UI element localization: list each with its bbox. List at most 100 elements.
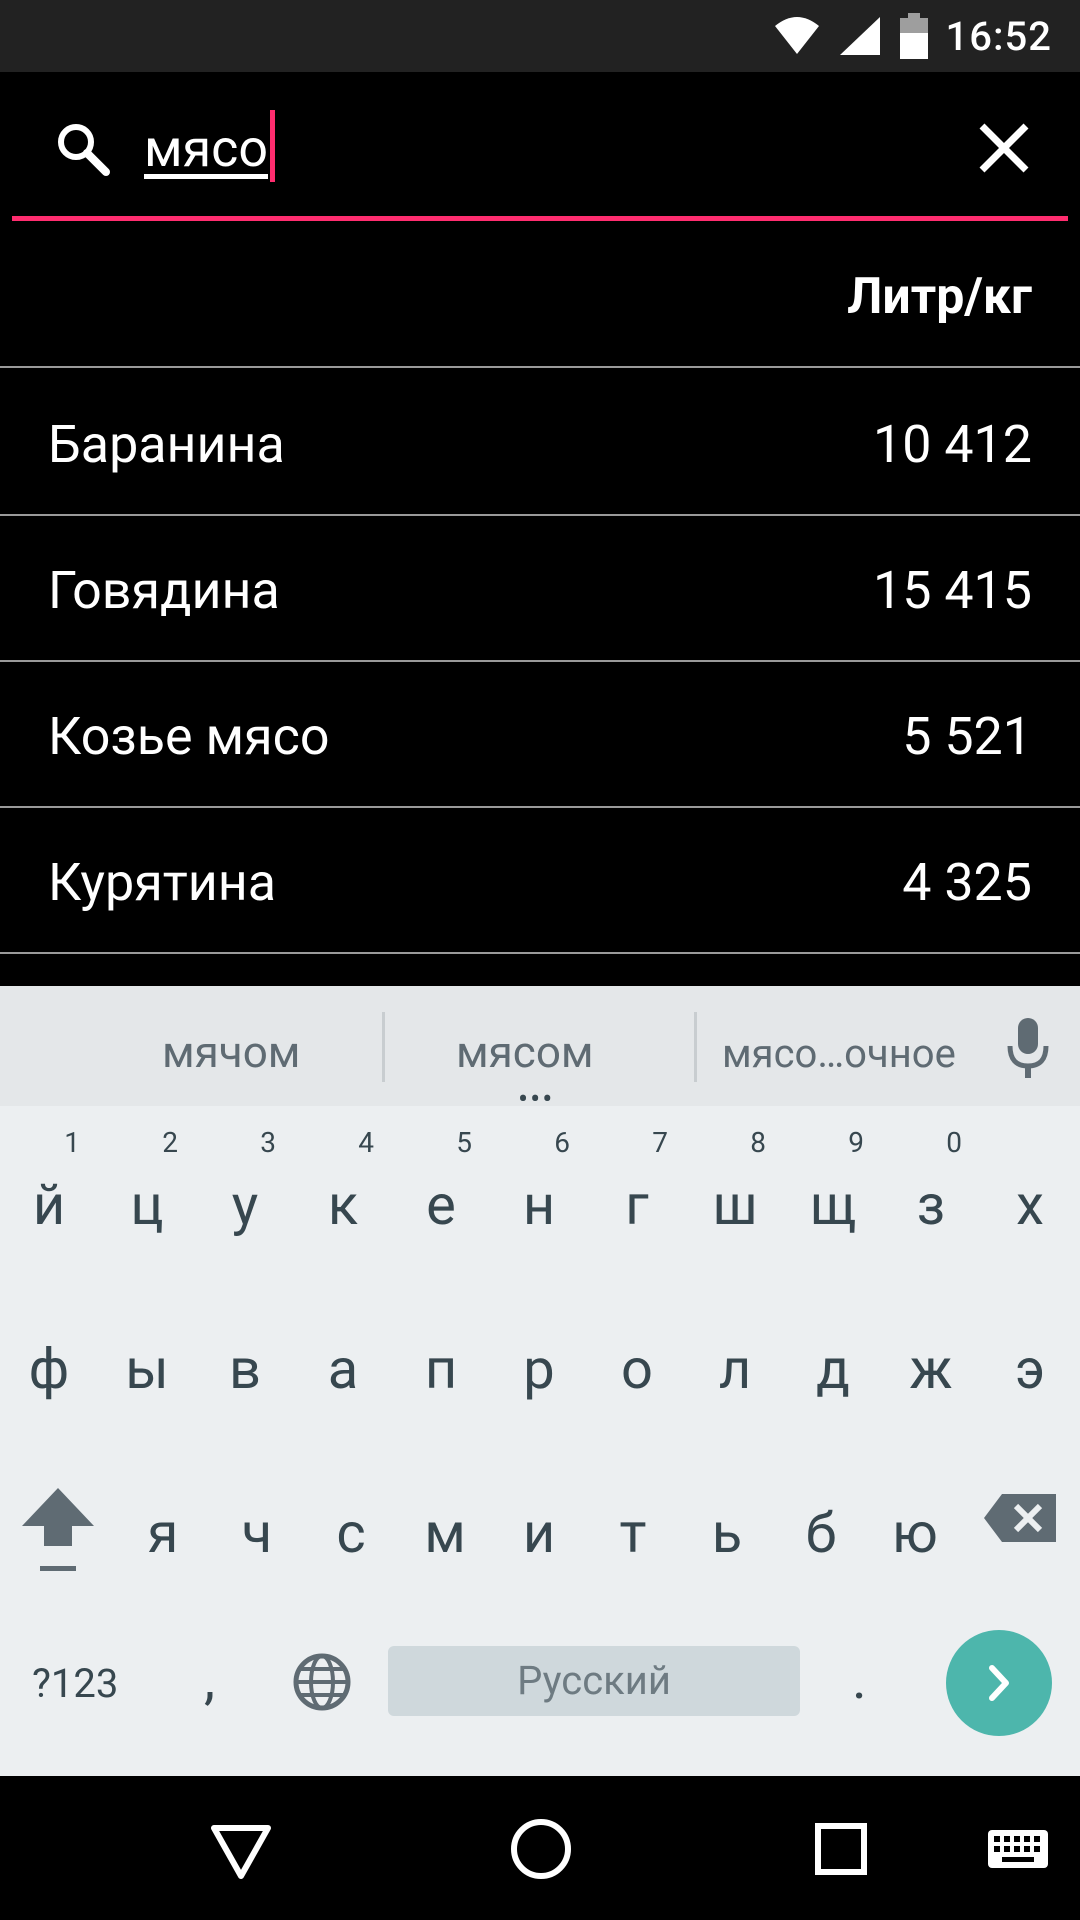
search-underline [12,216,1068,221]
suggestion-divider [694,1012,697,1082]
key[interactable]: р [490,1284,588,1444]
close-icon[interactable] [972,116,1036,180]
key-label: м [424,1500,466,1566]
table-row[interactable]: Баранина 10 412 [0,370,1080,516]
key[interactable]: м [398,1448,492,1608]
key-label: з [916,1172,946,1238]
key-hint: 4 [358,1126,374,1159]
key[interactable]: 5е [392,1120,490,1280]
key[interactable]: и [492,1448,586,1608]
key-label: э [1014,1336,1046,1402]
wifi-icon [774,17,819,54]
search-input[interactable]: мясо [144,110,275,182]
key[interactable]: 8ш [686,1120,784,1280]
key-row-1: 1й 2ц 3у 4к 5е 6н 7г 8ш 9щ 0з х [0,1120,1080,1280]
keyboard-icon[interactable] [986,1814,1050,1884]
key[interactable]: ь [680,1448,774,1608]
text-cursor [269,110,275,182]
search-icon[interactable] [52,118,112,178]
search-bar: мясо [0,72,1080,222]
key[interactable]: 1й [0,1120,98,1280]
key[interactable]: 3у [196,1120,294,1280]
key-hint: 5 [456,1126,472,1159]
row-name: Баранина [48,414,285,475]
key[interactable]: ж [882,1284,980,1444]
suggestion-strip: мячом мясом ••• мясо…очное [0,986,1080,1117]
table-row[interactable]: Говядина 15 415 [0,516,1080,662]
clock: 16:52 [945,12,1052,60]
row-value: 5 521 [902,706,1032,767]
key-row-3: я ч с м и т ь б ю [0,1448,1080,1608]
key-label: ц [130,1172,164,1238]
key-label: ы [125,1336,169,1402]
go-button[interactable] [946,1630,1052,1736]
key-label: е [426,1172,456,1238]
key[interactable]: 0з [882,1120,980,1280]
key[interactable]: ю [868,1448,962,1608]
key-label: с [336,1500,366,1566]
suggestion-more: ••• [518,1082,555,1117]
key-label: г [625,1172,649,1238]
back-icon[interactable] [206,1814,276,1884]
row-value: 10 412 [872,414,1032,475]
key-label: т [619,1500,647,1566]
globe-icon[interactable] [292,1652,352,1712]
key-label: ж [909,1336,953,1402]
key-hint: 6 [554,1126,570,1159]
row-name: Говядина [48,560,280,621]
recents-icon[interactable] [806,1814,876,1884]
key[interactable]: х [980,1120,1080,1280]
key[interactable]: ы [98,1284,196,1444]
backspace-icon[interactable] [982,1492,1058,1544]
search-query: мясо [144,118,268,179]
key[interactable]: ф [0,1284,98,1444]
key-label: в [228,1336,262,1402]
key-label: х [1016,1172,1044,1238]
suggestion-1[interactable]: мячом [162,1026,300,1078]
shift-icon[interactable] [20,1484,96,1574]
period-key[interactable]: . [852,1646,867,1712]
table-row[interactable]: Козье мясо 5 521 [0,662,1080,808]
column-header: Литр/кг [847,268,1032,326]
table-header: Литр/кг [0,222,1080,368]
chevron-right-icon [989,1665,1009,1701]
microphone-icon[interactable] [1006,1016,1050,1080]
key[interactable]: т [586,1448,680,1608]
status-bar: 16:52 [0,0,1080,72]
key[interactable]: о [588,1284,686,1444]
row-value: 4 325 [902,852,1032,913]
key[interactable]: л [686,1284,784,1444]
key-label: я [147,1500,179,1566]
key[interactable]: ч [210,1448,304,1608]
key[interactable]: 9щ [784,1120,882,1280]
suggestion-2[interactable]: мясом [456,1026,594,1078]
key[interactable]: 7г [588,1120,686,1280]
key-label: о [621,1336,653,1402]
key-hint: 1 [64,1126,80,1159]
key[interactable]: а [294,1284,392,1444]
signal-icon [839,17,880,55]
key-label: ю [892,1500,938,1566]
space-bar[interactable]: Русский [388,1646,800,1716]
key-label: у [231,1172,259,1238]
key[interactable]: п [392,1284,490,1444]
key[interactable]: б [774,1448,868,1608]
key[interactable]: э [980,1284,1080,1444]
table-row[interactable]: Курятина 4 325 [0,808,1080,954]
key[interactable]: я [116,1448,210,1608]
comma-key[interactable]: , [204,1646,215,1712]
status-icons: 16:52 [774,0,1052,72]
key[interactable]: 6н [490,1120,588,1280]
navigation-bar [0,1776,1080,1920]
suggestion-3[interactable]: мясо…очное [722,1030,956,1077]
key-hint: 8 [750,1126,766,1159]
key[interactable]: 4к [294,1120,392,1280]
key-label: ш [712,1172,758,1238]
key[interactable]: д [784,1284,882,1444]
symbols-key[interactable]: ?123 [32,1660,118,1707]
key[interactable]: 2ц [98,1120,196,1280]
home-icon[interactable] [506,1814,576,1884]
key[interactable]: с [304,1448,398,1608]
key[interactable]: в [196,1284,294,1444]
row-value: 15 415 [872,560,1032,621]
